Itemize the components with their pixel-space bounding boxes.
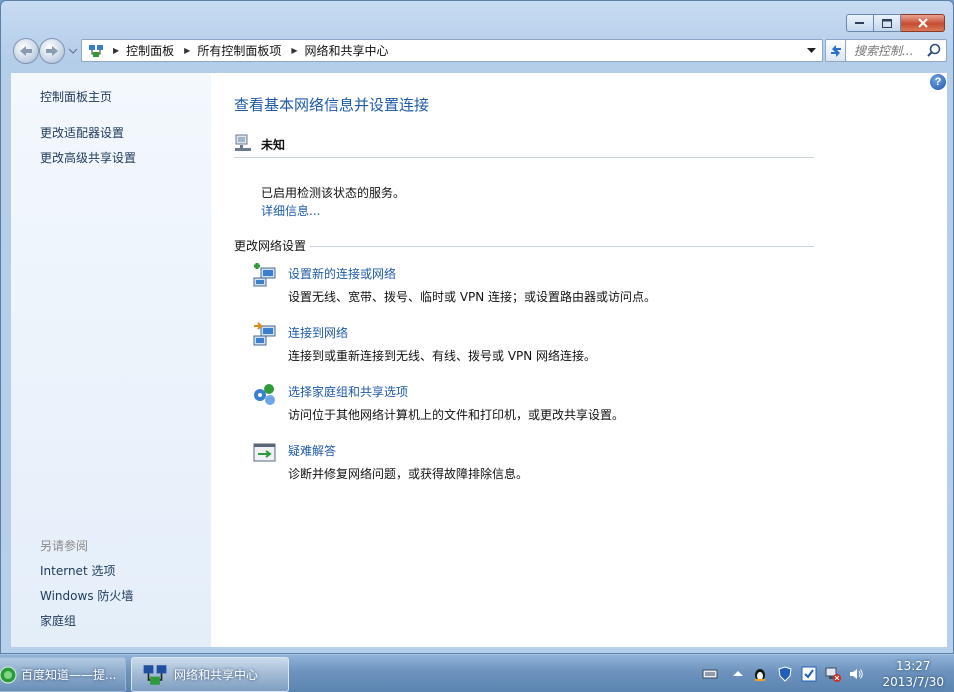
back-button[interactable] xyxy=(13,38,39,64)
page-title: 查看基本网络信息并设置连接 xyxy=(234,96,430,114)
sidebar-link-adapter-settings[interactable]: 更改适配器设置 xyxy=(40,124,124,141)
network-disconnected-icon[interactable] xyxy=(825,666,841,682)
clock[interactable]: 13:27 2013/7/30 xyxy=(882,658,944,690)
breadcrumb-all-items[interactable]: 所有控制面板项 xyxy=(197,42,281,59)
shield-icon[interactable] xyxy=(777,666,793,682)
troubleshoot-icon[interactable] xyxy=(252,440,278,466)
refresh-icon xyxy=(831,44,841,57)
sidebar-link-control-panel-home[interactable]: 控制面板主页 xyxy=(40,88,112,105)
taskbar-item-label: 百度知道——提... xyxy=(21,668,117,682)
task-link-new-connection[interactable]: 设置新的连接或网络 xyxy=(288,265,396,282)
help-icon[interactable]: ? xyxy=(930,74,946,90)
homegroup-icon[interactable] xyxy=(252,381,278,407)
divider xyxy=(234,157,814,158)
task-desc-connect-network: 连接到或重新连接到无线、有线、拨号或 VPN 网络连接。 xyxy=(288,349,597,363)
details-link[interactable]: 详细信息... xyxy=(261,202,320,219)
task-desc-new-connection: 设置无线、宽带、拨号、临时或 VPN 连接；或设置路由器或访问点。 xyxy=(288,290,657,304)
minimize-icon xyxy=(855,22,864,24)
breadcrumb-separator-icon[interactable]: ▶ xyxy=(291,46,297,55)
breadcrumb-separator-icon[interactable]: ▶ xyxy=(184,46,190,55)
task-desc-troubleshoot: 诊断并修复网络问题，或获得故障排除信息。 xyxy=(288,467,529,481)
search-box[interactable] xyxy=(845,39,947,62)
breadcrumb-network-center[interactable]: 网络和共享中心 xyxy=(305,42,389,59)
taskbar-item-baidu[interactable]: 百度知道——提... xyxy=(0,657,126,692)
qq-penguin-icon[interactable] xyxy=(752,666,768,682)
search-icon[interactable] xyxy=(927,43,942,58)
network-center-icon xyxy=(143,664,167,685)
section-title: 更改网络设置 xyxy=(234,237,311,254)
taskbar: 百度知道——提... 网络和共享中心 13:27 2013/7/30 xyxy=(0,654,954,692)
clock-date: 2013/7/30 xyxy=(882,675,944,689)
connect-network-icon[interactable] xyxy=(252,322,278,348)
new-connection-icon[interactable] xyxy=(252,263,278,289)
breadcrumb-control-panel[interactable]: 控制面板 xyxy=(126,42,174,59)
explorer-window: ▶ 控制面板 ▶ 所有控制面板项 ▶ 网络和共享中心 控制面板主页 更改适配器设… xyxy=(0,0,954,654)
address-dropdown-icon[interactable] xyxy=(807,48,816,54)
start-orb-icon xyxy=(0,666,17,683)
recent-pages-dropdown-icon[interactable] xyxy=(68,46,78,56)
sidebar-link-internet-options[interactable]: Internet 选项 xyxy=(40,562,115,579)
volume-icon[interactable] xyxy=(848,666,864,682)
refresh-button[interactable] xyxy=(825,39,847,62)
divider xyxy=(234,246,814,247)
task-desc-homegroup: 访问位于其他网络计算机上的文件和打印机，或更改共享设置。 xyxy=(288,408,625,422)
network-folder-icon xyxy=(89,44,103,57)
checkmark-icon[interactable] xyxy=(801,666,817,682)
caption-buttons xyxy=(846,14,945,32)
task-link-homegroup[interactable]: 选择家庭组和共享选项 xyxy=(288,383,408,400)
see-also-heading: 另请参阅 xyxy=(40,539,89,553)
sidebar-link-windows-firewall[interactable]: Windows 防火墙 xyxy=(40,587,133,604)
sidebar-link-advanced-sharing[interactable]: 更改高级共享设置 xyxy=(40,149,136,166)
close-button[interactable] xyxy=(901,14,945,32)
network-name: 未知 xyxy=(261,138,286,152)
main-content: ? 查看基本网络信息并设置连接 未知 已启用检测该状态的服务。 详细信息... … xyxy=(211,73,947,647)
close-icon xyxy=(917,18,928,28)
arrow-left-icon xyxy=(20,46,32,56)
clock-time: 13:27 xyxy=(895,659,931,673)
sidebar-link-homegroup[interactable]: 家庭组 xyxy=(40,612,76,629)
breadcrumb-separator-icon[interactable]: ▶ xyxy=(113,46,119,55)
show-hidden-icons-icon[interactable] xyxy=(730,666,746,682)
task-link-connect-network[interactable]: 连接到网络 xyxy=(288,324,348,341)
taskbar-item-label: 网络和共享中心 xyxy=(174,668,259,682)
sidebar: 控制面板主页 更改适配器设置 更改高级共享设置 另请参阅 Internet 选项… xyxy=(11,73,211,647)
minimize-button[interactable] xyxy=(846,14,874,32)
address-bar[interactable]: ▶ 控制面板 ▶ 所有控制面板项 ▶ 网络和共享中心 xyxy=(81,39,823,62)
taskbar-item-network-center[interactable]: 网络和共享中心 xyxy=(131,657,289,692)
maximize-button[interactable] xyxy=(874,14,901,32)
task-link-troubleshoot[interactable]: 疑难解答 xyxy=(288,442,336,459)
maximize-icon xyxy=(882,18,892,28)
keyboard-icon[interactable] xyxy=(702,666,718,682)
arrow-right-icon xyxy=(46,46,58,56)
navigation-bar: ▶ 控制面板 ▶ 所有控制面板项 ▶ 网络和共享中心 xyxy=(11,37,949,64)
network-computer-icon xyxy=(235,134,251,151)
search-input[interactable] xyxy=(846,40,924,61)
network-status-text: 已启用检测该状态的服务。 xyxy=(261,186,406,200)
forward-button[interactable] xyxy=(39,38,65,64)
